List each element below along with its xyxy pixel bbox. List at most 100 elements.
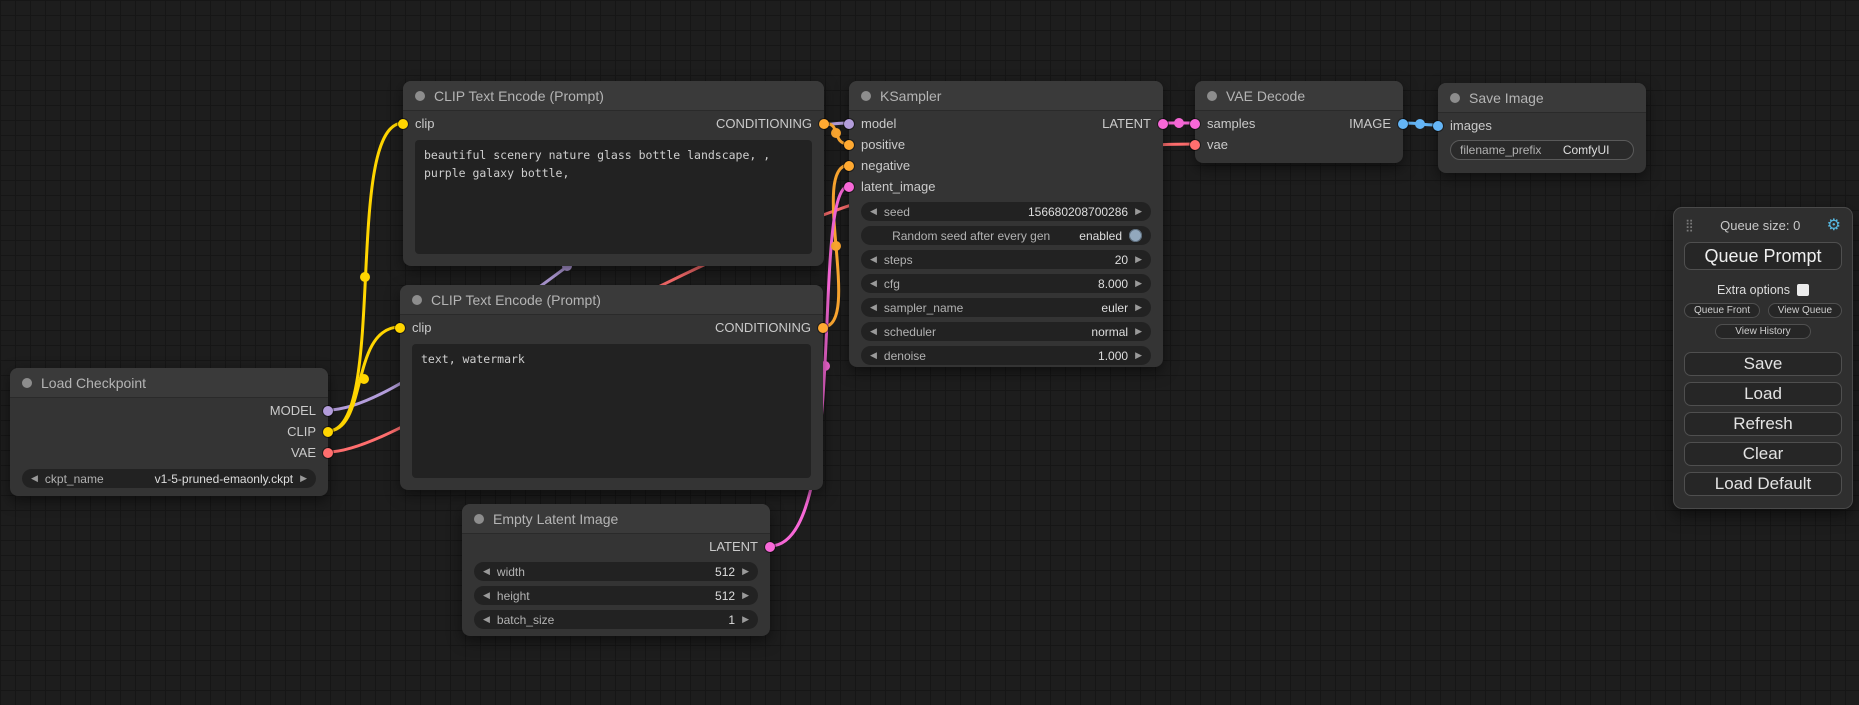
widget-random-seed[interactable]: Random seed after every gen enabled [861,226,1151,245]
extra-options-checkbox[interactable] [1797,284,1809,296]
load-default-button[interactable]: Load Default [1684,472,1842,496]
widget-scheduler[interactable]: ◀ scheduler normal ▶ [861,322,1151,341]
decrement-arrow-icon[interactable]: ◀ [870,303,877,312]
widget-ckpt-name[interactable]: ◀ ckpt_name v1-5-pruned-emaonly.ckpt ▶ [22,469,316,488]
slot-label: VAE [291,445,316,460]
increment-arrow-icon[interactable]: ▶ [742,567,749,576]
slot-row: model LATENT [849,113,1163,134]
toggle-knob[interactable] [1129,229,1142,242]
input-dot-vae[interactable] [1190,140,1200,150]
collapse-dot[interactable] [412,295,422,305]
output-dot-conditioning[interactable] [818,323,828,333]
node-title: CLIP Text Encode (Prompt) [431,292,601,308]
input-dot-clip[interactable] [395,323,405,333]
output-dot-clip[interactable] [323,427,333,437]
increment-arrow-icon[interactable]: ▶ [1135,351,1142,360]
slot-label: vae [1207,137,1228,152]
increment-arrow-icon[interactable]: ▶ [1135,303,1142,312]
widget-width[interactable]: ◀ width 512 ▶ [474,562,758,581]
increment-arrow-icon[interactable]: ▶ [1135,279,1142,288]
increment-arrow-icon[interactable]: ▶ [742,615,749,624]
output-dot-conditioning[interactable] [819,119,829,129]
output-dot-model[interactable] [323,406,333,416]
queue-front-button[interactable]: Queue Front [1684,303,1760,318]
collapse-dot[interactable] [1207,91,1217,101]
load-button[interactable]: Load [1684,382,1842,406]
input-dot-images[interactable] [1433,121,1443,131]
node-ksampler[interactable]: KSampler model LATENT positive negative … [849,81,1163,367]
collapse-dot[interactable] [1450,93,1460,103]
save-button[interactable]: Save [1684,352,1842,376]
collapse-dot[interactable] [474,514,484,524]
input-dot-negative[interactable] [844,161,854,171]
widget-seed[interactable]: ◀ seed 156680208700286 ▶ [861,202,1151,221]
output-dot-image[interactable] [1398,119,1408,129]
output-dot-vae[interactable] [323,448,333,458]
positive-prompt-textarea[interactable]: beautiful scenery nature glass bottle la… [415,140,812,254]
node-load-checkpoint[interactable]: Load Checkpoint MODEL CLIP VAE ◀ ckpt_na… [10,368,328,496]
refresh-button[interactable]: Refresh [1684,412,1842,436]
collapse-dot[interactable] [415,91,425,101]
node-save-image[interactable]: Save Image images filename_prefix ComfyU… [1438,83,1646,173]
widget-batch-size[interactable]: ◀ batch_size 1 ▶ [474,610,758,629]
settings-gear-icon[interactable]: ⚙ [1827,215,1841,235]
increment-arrow-icon[interactable]: ▶ [300,474,307,483]
node-title-bar[interactable]: Save Image [1438,83,1646,113]
widget-name: cfg [884,277,900,291]
decrement-arrow-icon[interactable]: ◀ [483,615,490,624]
collapse-dot[interactable] [22,378,32,388]
queue-size-label: Queue size: 0 [1720,218,1800,233]
slot-label: model [861,116,896,131]
view-history-row: View History [1684,324,1842,339]
node-title-bar[interactable]: KSampler [849,81,1163,111]
decrement-arrow-icon[interactable]: ◀ [870,279,877,288]
input-dot-positive[interactable] [844,140,854,150]
node-title-bar[interactable]: VAE Decode [1195,81,1403,111]
widget-denoise[interactable]: ◀ denoise 1.000 ▶ [861,346,1151,365]
input-dot-model[interactable] [844,119,854,129]
input-slot-images: images [1438,115,1646,136]
widget-steps[interactable]: ◀ steps 20 ▶ [861,250,1151,269]
increment-arrow-icon[interactable]: ▶ [1135,255,1142,264]
increment-arrow-icon[interactable]: ▶ [1135,207,1142,216]
drag-handle-icon[interactable]: ⣿ [1685,218,1694,232]
decrement-arrow-icon[interactable]: ◀ [483,591,490,600]
node-clip-text-encode-positive[interactable]: CLIP Text Encode (Prompt) clip CONDITION… [403,81,824,266]
input-dot-samples[interactable] [1190,119,1200,129]
widget-sampler-name[interactable]: ◀ sampler_name euler ▶ [861,298,1151,317]
input-slot-negative: negative [849,155,1163,176]
negative-prompt-textarea[interactable]: text, watermark [412,344,811,478]
increment-arrow-icon[interactable]: ▶ [1135,327,1142,336]
node-title-bar[interactable]: Load Checkpoint [10,368,328,398]
clear-button[interactable]: Clear [1684,442,1842,466]
widget-filename-prefix[interactable]: filename_prefix ComfyUI [1450,140,1634,160]
decrement-arrow-icon[interactable]: ◀ [483,567,490,576]
decrement-arrow-icon[interactable]: ◀ [870,327,877,336]
output-dot-latent[interactable] [1158,119,1168,129]
widget-name: filename_prefix [1460,143,1541,157]
collapse-dot[interactable] [861,91,871,101]
decrement-arrow-icon[interactable]: ◀ [870,255,877,264]
node-clip-text-encode-negative[interactable]: CLIP Text Encode (Prompt) clip CONDITION… [400,285,823,490]
node-title-bar[interactable]: CLIP Text Encode (Prompt) [400,285,823,315]
input-dot-latent-image[interactable] [844,182,854,192]
link-dot-conditioning-positive [831,128,841,138]
view-queue-button[interactable]: View Queue [1768,303,1842,318]
node-vae-decode[interactable]: VAE Decode samples IMAGE vae [1195,81,1403,163]
node-empty-latent-image[interactable]: Empty Latent Image LATENT ◀ width 512 ▶ … [462,504,770,636]
input-dot-clip[interactable] [398,119,408,129]
output-slot-model: MODEL [10,400,328,421]
node-title-bar[interactable]: CLIP Text Encode (Prompt) [403,81,824,111]
decrement-arrow-icon[interactable]: ◀ [870,207,877,216]
view-history-button[interactable]: View History [1715,324,1811,339]
queue-prompt-button[interactable]: Queue Prompt [1684,242,1842,270]
decrement-arrow-icon[interactable]: ◀ [870,351,877,360]
increment-arrow-icon[interactable]: ▶ [742,591,749,600]
link-dot-image [1415,119,1425,129]
widget-height[interactable]: ◀ height 512 ▶ [474,586,758,605]
widget-value: normal [1091,325,1128,339]
decrement-arrow-icon[interactable]: ◀ [31,474,38,483]
widget-cfg[interactable]: ◀ cfg 8.000 ▶ [861,274,1151,293]
node-title-bar[interactable]: Empty Latent Image [462,504,770,534]
output-dot-latent[interactable] [765,542,775,552]
